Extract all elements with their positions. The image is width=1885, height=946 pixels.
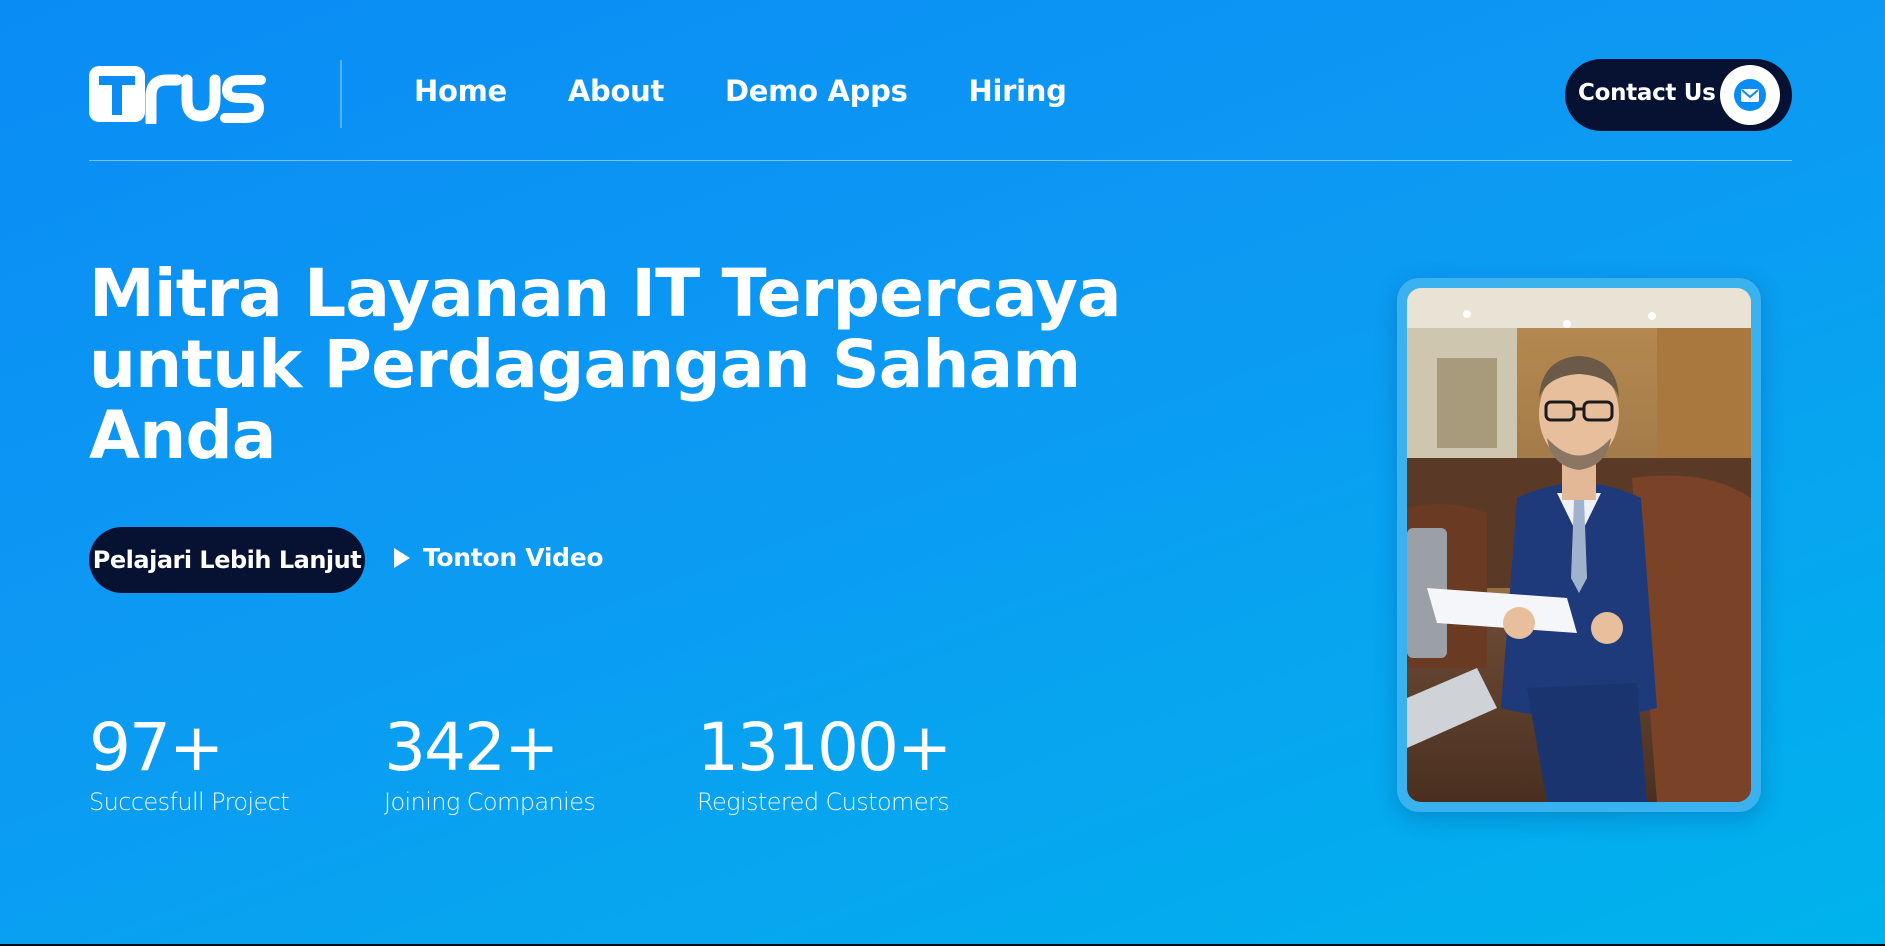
stat-label: Joining Companies	[384, 788, 596, 816]
nav-divider	[340, 60, 342, 128]
hero-title-line: Mitra Layanan IT Terpercaya	[89, 255, 1122, 332]
watch-video-label: Tonton Video	[423, 543, 604, 572]
play-icon	[394, 547, 410, 568]
stat-customers: 13100+ Registered Customers	[697, 709, 952, 817]
stat-value: 342+	[384, 709, 559, 786]
stat-label: Succesfull Project	[89, 788, 290, 816]
nav-item-home[interactable]: Home	[414, 74, 507, 108]
learn-more-button[interactable]: Pelajari Lebih Lanjut	[89, 527, 365, 593]
stat-value: 97+	[89, 709, 224, 786]
stat-companies: 342+ Joining Companies	[384, 709, 596, 817]
hero-title-line: Anda	[89, 397, 276, 474]
contact-us-button[interactable]: Contact Us	[1565, 59, 1792, 131]
nav-item-demo-apps[interactable]: Demo Apps	[725, 74, 908, 108]
watch-video-button[interactable]: Tonton Video	[394, 543, 604, 572]
stat-label: Registered Customers	[697, 788, 950, 816]
hero-title: Mitra Layanan IT Terpercaya untuk Perdag…	[89, 255, 1122, 474]
main-nav: Home About Demo Apps Hiring	[414, 74, 1067, 108]
stat-projects: 97+ Succesfull Project	[89, 709, 290, 817]
nav-item-hiring[interactable]: Hiring	[969, 74, 1067, 108]
businessman-photo	[1407, 288, 1751, 802]
stat-value: 13100+	[697, 709, 952, 786]
nav-item-about[interactable]: About	[568, 74, 664, 108]
brand-logo[interactable]	[89, 66, 269, 124]
contact-us-label: Contact Us	[1578, 80, 1716, 106]
header-divider	[89, 160, 1792, 161]
hero-section: Home About Demo Apps Hiring Contact Us M…	[0, 0, 1885, 944]
hero-title-line: untuk Perdagangan Saham	[89, 326, 1081, 403]
mail-icon	[1720, 65, 1780, 125]
hero-photo-card	[1397, 278, 1761, 812]
